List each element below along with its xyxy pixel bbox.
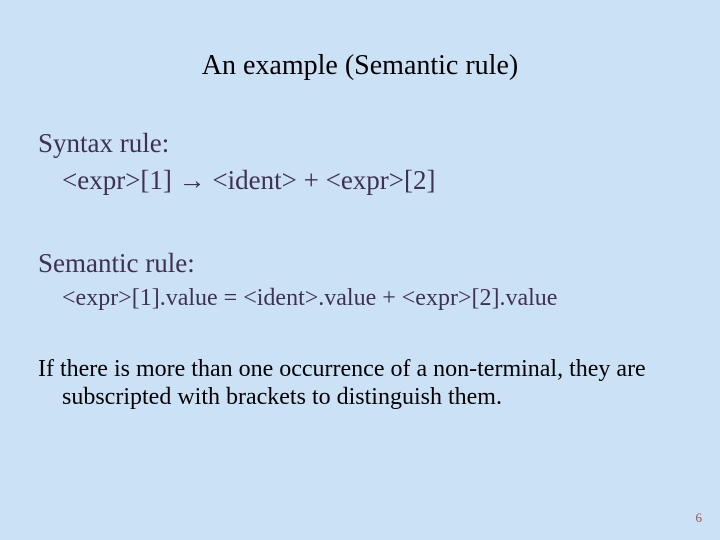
syntax-rhs: <ident> + <expr>[2] (212, 165, 435, 195)
arrow-icon: → (179, 165, 206, 195)
slide: An example (Semantic rule) Syntax rule: … (0, 0, 720, 540)
semantic-rule: <expr>[1].value = <ident>.value + <expr>… (62, 285, 682, 312)
note-text: If there is more than one occurrence of … (38, 356, 682, 411)
semantic-heading: Semantic rule: (38, 248, 682, 279)
slide-title: An example (Semantic rule) (38, 50, 682, 82)
page-number: 6 (696, 510, 703, 526)
syntax-lhs: <expr>[1] (62, 165, 172, 195)
syntax-rule: <expr>[1] → <ident> + <expr>[2] (62, 165, 682, 196)
syntax-heading: Syntax rule: (38, 128, 682, 159)
